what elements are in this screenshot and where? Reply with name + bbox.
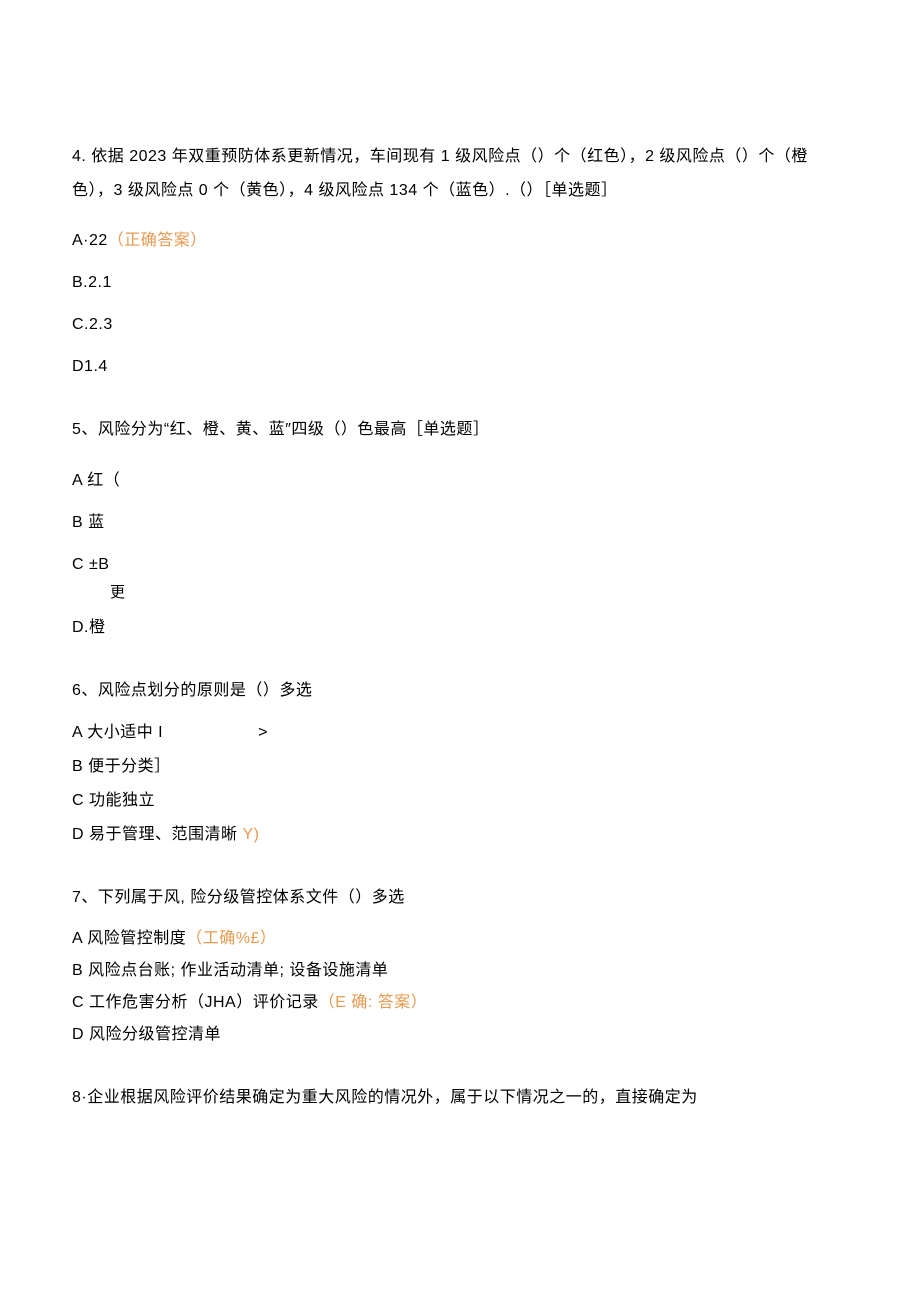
question-7-option-d: D 风险分级管控清单 — [72, 1027, 848, 1043]
question-6-option-d: D 易于管理、范围清晰 Y) — [72, 827, 848, 843]
question-6-option-c: C 功能独立 — [72, 793, 848, 809]
question-7-stem: 7、下列属于风, 险分级管控体系文件（）多选 — [72, 881, 848, 915]
question-7-option-c: C 工作危害分析（JHA）评价记录（E 确: 答案） — [72, 995, 848, 1011]
question-5-option-c: C ±B — [72, 557, 848, 573]
question-4-option-c: C.2.3 — [72, 317, 848, 333]
question-6-option-a: A 大小适中 I > — [72, 725, 848, 741]
q6-optD-text: D 易于管理、范围清晰 — [72, 826, 242, 843]
question-5-option-b: B 蓝 — [72, 515, 848, 531]
question-4-option-a: A·22（正确答案） — [72, 233, 848, 249]
q7-optC-mark: （E 确: 答案） — [319, 994, 428, 1011]
question-4-option-d: D1.4 — [72, 359, 848, 375]
question-7: 7、下列属于风, 险分级管控体系文件（）多选 A 风险管控制度（工确%£） B … — [72, 881, 848, 1043]
question-5-option-a: A 红（ — [72, 473, 848, 489]
question-6-stem: 6、风险点划分的原则是（）多选 — [72, 674, 848, 708]
q6-optD-mark: Y) — [242, 826, 259, 843]
question-4: 4. 依据 2023 年双重预防体系更新情况，车间现有 1 级风险点（）个（红色… — [72, 140, 848, 375]
question-7-option-b: B 风险点台账; 作业活动清单; 设备设施清单 — [72, 963, 848, 979]
question-6-option-b: B 便于分类］ — [72, 759, 848, 775]
question-8-stem: 8·企业根据风险评价结果确定为重大风险的情况外，属于以下情况之一的，直接确定为 — [72, 1081, 848, 1115]
q7-optC-text: C 工作危害分析（JHA）评价记录 — [72, 994, 319, 1011]
question-5: 5、风险分为“红、橙、黄、蓝″四级（）色最高［单选题］ A 红（ B 蓝 C ±… — [72, 413, 848, 636]
q7-optA-mark: （工确%£） — [186, 930, 276, 947]
question-8: 8·企业根据风险评价结果确定为重大风险的情况外，属于以下情况之一的，直接确定为 — [72, 1081, 848, 1115]
question-4-option-b: B.2.1 — [72, 275, 848, 291]
q4-optA-correct: （正确答案） — [108, 232, 207, 249]
q4-optA-prefix: A·22 — [72, 232, 108, 249]
q6-optA-text: A 大小适中 I — [72, 724, 163, 741]
question-6: 6、风险点划分的原则是（）多选 A 大小适中 I > B 便于分类］ C 功能独立… — [72, 674, 848, 844]
question-7-option-a: A 风险管控制度（工确%£） — [72, 931, 848, 947]
q7-optA-text: A 风险管控制度 — [72, 930, 186, 947]
question-5-option-d: D.橙 — [72, 620, 848, 636]
question-5-hint: 更 — [110, 581, 848, 602]
q6-optA-gt: > — [258, 724, 268, 741]
question-4-stem: 4. 依据 2023 年双重预防体系更新情况，车间现有 1 级风险点（）个（红色… — [72, 140, 848, 207]
question-5-stem: 5、风险分为“红、橙、黄、蓝″四级（）色最高［单选题］ — [72, 413, 848, 447]
